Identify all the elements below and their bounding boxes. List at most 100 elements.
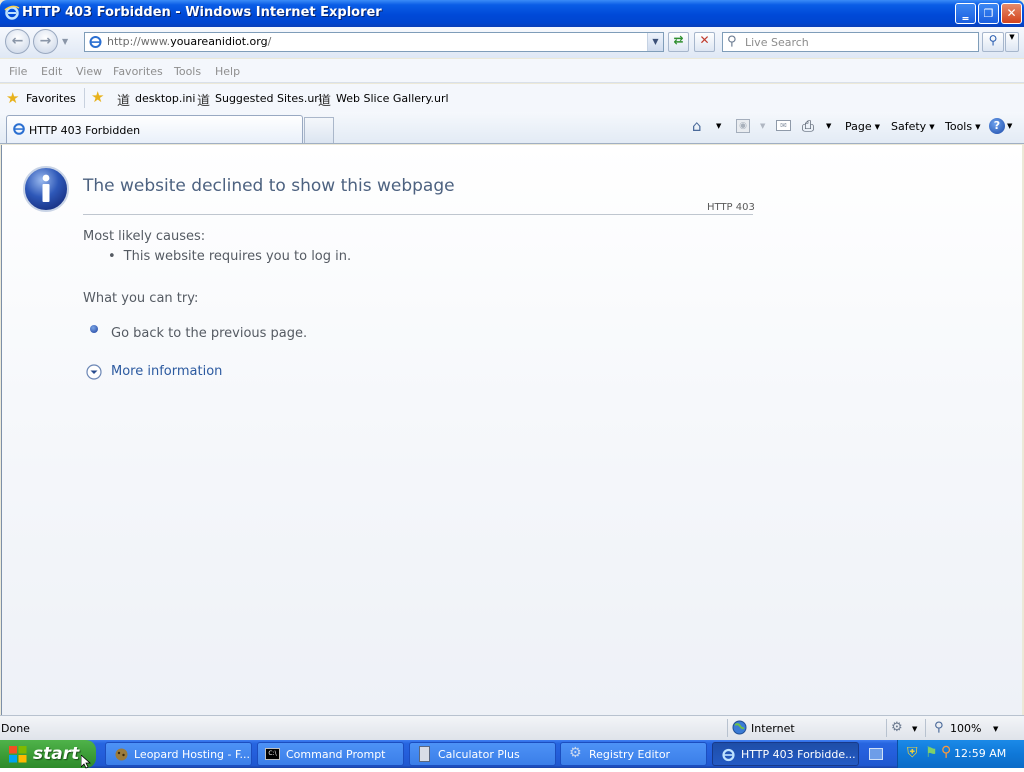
search-options-button[interactable]: ▼ xyxy=(1005,32,1019,52)
safety-menu[interactable]: Safety ▼ xyxy=(891,120,935,133)
read-mail-icon[interactable]: ✉ xyxy=(776,120,791,131)
heading-divider xyxy=(83,214,753,215)
expand-chevron-icon[interactable] xyxy=(86,364,102,383)
search-tray-icon[interactable]: ⚲ xyxy=(941,744,951,760)
go-back-link[interactable]: Go back to the previous page. xyxy=(111,326,307,341)
ie-logo-icon xyxy=(4,4,20,23)
tab-row: HTTP 403 Forbidden ⌂ ▼ ◉ ▼ ✉ ⎙ ▼ Page ▼ S… xyxy=(0,112,1024,144)
network-icon[interactable]: ⚑ xyxy=(925,745,938,761)
help-dropdown-icon[interactable]: ▼ xyxy=(1007,122,1012,130)
title-bar[interactable]: HTTP 403 Forbidden - Windows Internet Ex… xyxy=(0,0,1024,27)
http-code: HTTP 403 xyxy=(707,202,755,213)
keyboard-language-icon[interactable] xyxy=(869,748,883,760)
blue-bullet-icon xyxy=(90,325,98,333)
menu-favorites[interactable]: Favorites xyxy=(113,65,163,78)
ie-window: HTTP 403 Forbidden - Windows Internet Ex… xyxy=(0,0,1024,740)
tab-label: HTTP 403 Forbidden xyxy=(29,124,141,137)
menu-help[interactable]: Help xyxy=(215,65,240,78)
feeds-dropdown-icon: ▼ xyxy=(760,122,766,130)
status-text: Done xyxy=(1,722,30,735)
stop-button[interactable]: ✕ xyxy=(694,32,715,52)
mouse-cursor-icon xyxy=(80,754,92,772)
forward-arrow-icon: → xyxy=(39,33,52,49)
page-heading: The website declined to show this webpag… xyxy=(83,176,455,196)
address-dropdown-icon[interactable]: ▼ xyxy=(647,33,663,51)
cause-item: • This website requires you to log in. xyxy=(108,249,352,264)
address-field[interactable]: http://www.youareanidiot.org/ ▼ xyxy=(84,32,664,52)
window-title: HTTP 403 Forbidden - Windows Internet Ex… xyxy=(22,5,382,20)
tab-http-403[interactable]: HTTP 403 Forbidden xyxy=(6,115,303,143)
close-button[interactable]: ✕ xyxy=(1001,3,1022,24)
causes-header: Most likely causes: xyxy=(83,229,206,244)
minimize-button[interactable]: ‗ xyxy=(955,3,976,24)
tools-menu[interactable]: Tools ▼ xyxy=(945,120,981,133)
taskbar: start Leopard Hosting - F... C:\ Command… xyxy=(0,740,1024,768)
command-prompt-icon: C:\ xyxy=(265,748,280,760)
taskbar-button-registry-editor[interactable]: ⚙ Registry Editor xyxy=(560,742,707,766)
page-menu[interactable]: Page ▼ xyxy=(845,120,880,133)
back-button[interactable]: ← xyxy=(5,29,30,54)
security-zone[interactable]: Internet xyxy=(751,722,795,735)
address-toolbar: ← → ▼ http://www.youareanidiot.org/ ▼ ⇄ … xyxy=(0,27,1024,58)
globe-icon xyxy=(732,720,747,738)
fav-link-web-slice-gallery[interactable]: Web Slice Gallery.url xyxy=(336,92,449,105)
divider xyxy=(886,719,887,737)
info-icon xyxy=(22,165,70,216)
menu-view[interactable]: View xyxy=(76,65,102,78)
back-arrow-icon: ← xyxy=(11,33,24,49)
close-icon: ✕ xyxy=(1006,6,1017,20)
print-dropdown-icon[interactable]: ▼ xyxy=(826,122,831,130)
fav-link-desktop[interactable]: desktop.ini xyxy=(135,92,195,105)
chevron-down-icon[interactable]: ▼ xyxy=(912,725,917,733)
stop-icon: ✕ xyxy=(699,33,710,47)
more-information-link[interactable]: More information xyxy=(111,364,222,379)
status-bar: Done Internet ⚙ ▼ ⚲ 100% ▼ xyxy=(0,715,1024,740)
clock[interactable]: 12:59 AM xyxy=(954,747,1006,760)
forward-button[interactable]: → xyxy=(33,29,58,54)
taskbar-button-command-prompt[interactable]: C:\ Command Prompt xyxy=(257,742,404,766)
divider xyxy=(84,88,85,108)
registry-editor-icon: ⚙ xyxy=(569,745,582,761)
favorites-button[interactable]: Favorites xyxy=(26,92,76,105)
print-icon[interactable]: ⎙ xyxy=(802,117,814,135)
zoom-dropdown-icon[interactable]: ▼ xyxy=(993,725,998,733)
security-shield-icon[interactable]: ⛨ xyxy=(907,745,918,761)
minimize-icon: ‗ xyxy=(962,6,969,20)
search-placeholder: Live Search xyxy=(745,36,809,49)
home-dropdown-icon[interactable]: ▼ xyxy=(716,122,721,130)
menu-tools[interactable]: Tools xyxy=(174,65,201,78)
live-search-icon: ⚲ xyxy=(727,34,737,49)
menu-bar: File Edit View Favorites Tools Help xyxy=(0,59,1024,83)
menu-file[interactable]: File xyxy=(9,65,27,78)
start-label: start xyxy=(33,744,80,764)
calculator-icon xyxy=(419,746,430,762)
add-to-favorites-icon[interactable]: ★ xyxy=(91,88,104,106)
content-area: The website declined to show this webpag… xyxy=(1,145,1022,715)
menu-edit[interactable]: Edit xyxy=(41,65,62,78)
home-icon[interactable]: ⌂ xyxy=(692,117,702,135)
new-tab-button[interactable] xyxy=(304,117,334,143)
protected-mode-icon[interactable]: ⚙ xyxy=(891,720,903,735)
windows-flag-icon xyxy=(9,746,27,768)
restore-button[interactable]: ❐ xyxy=(978,3,999,24)
refresh-button[interactable]: ⇄ xyxy=(668,32,689,52)
zoom-icon[interactable]: ⚲ xyxy=(934,720,944,735)
taskbar-button-calculator-plus[interactable]: Calculator Plus xyxy=(409,742,556,766)
favorites-bar: ★ Favorites ★ 道 desktop.ini 道 Suggested … xyxy=(0,84,1024,112)
divider xyxy=(925,719,926,737)
favorites-star-icon: ★ xyxy=(6,89,20,107)
try-header: What you can try: xyxy=(83,291,199,306)
browser-app-icon xyxy=(114,747,129,765)
feeds-icon[interactable]: ◉ xyxy=(736,119,750,133)
fav-link-suggested-sites[interactable]: Suggested Sites.url xyxy=(215,92,322,105)
zoom-level[interactable]: 100% xyxy=(950,722,981,735)
taskbar-button-leopard-hosting[interactable]: Leopard Hosting - F... xyxy=(105,742,252,766)
restore-icon: ❐ xyxy=(983,7,994,20)
system-tray: ⛨ ⚑ ⚲ 12:59 AM xyxy=(897,740,1024,768)
search-button[interactable]: ⚲ xyxy=(982,32,1004,52)
divider xyxy=(727,719,728,737)
taskbar-button-ie[interactable]: HTTP 403 Forbidde... xyxy=(712,742,859,766)
history-dropdown-icon[interactable]: ▼ xyxy=(62,37,68,46)
search-input[interactable]: ⚲ Live Search xyxy=(722,32,979,52)
help-icon[interactable]: ? xyxy=(989,118,1005,134)
